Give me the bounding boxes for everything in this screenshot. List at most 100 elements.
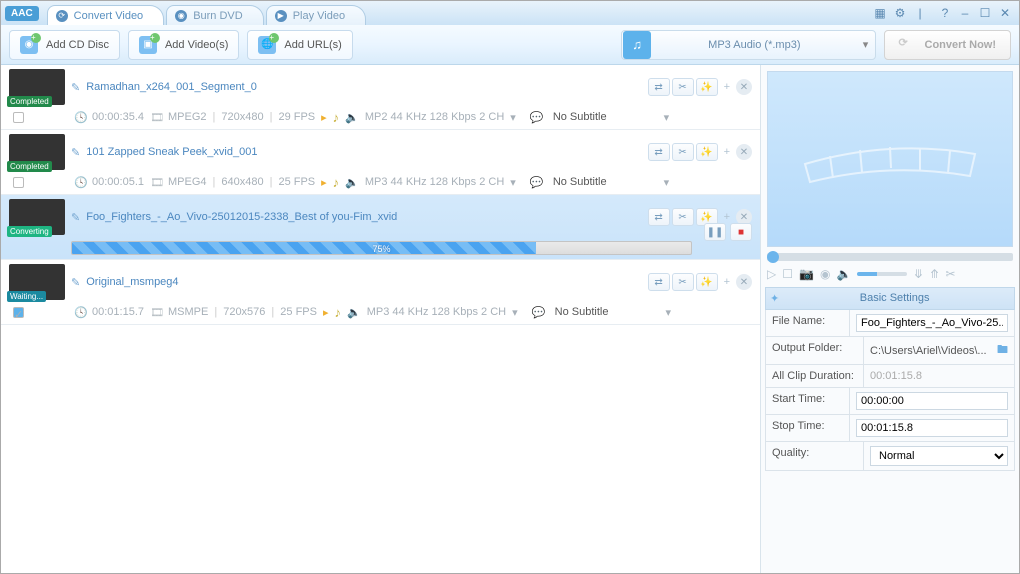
add-icon[interactable]: + [724, 81, 730, 93]
filmstrip-icon [800, 134, 980, 184]
music-icon: ♪ [333, 175, 340, 190]
resolution: 720x576 [223, 306, 265, 318]
edit-icon[interactable]: ✎ [71, 81, 80, 94]
disc-icon: ◉ [175, 10, 187, 22]
repeat-icon[interactable]: ⇄ [648, 208, 670, 226]
repeat-icon[interactable]: ⇄ [648, 273, 670, 291]
repeat-icon[interactable]: ⇄ [648, 78, 670, 96]
trim-start-icon[interactable]: ⤋ [913, 267, 923, 281]
edit-icon[interactable]: ✎ [71, 211, 80, 224]
file-list: Completed ✎ Ramadhan_x264_001_Segment_0 … [1, 65, 761, 573]
checkbox[interactable]: ✓ [13, 307, 24, 318]
eye-icon[interactable]: ◉ [820, 267, 830, 281]
status-badge: Completed [7, 96, 52, 107]
app-logo: AAC [5, 6, 39, 21]
film-icon: 🎞 [150, 306, 162, 318]
file-name[interactable]: Foo_Fighters_-_Ao_Vivo-25012015-2338_Bes… [86, 211, 397, 223]
tab-play-video[interactable]: ▶Play Video [266, 5, 366, 25]
add-video-button[interactable]: ▣Add Video(s) [128, 30, 239, 60]
grid-icon[interactable]: ▦ [871, 4, 889, 22]
play-icon[interactable]: ▷ [767, 267, 776, 281]
chevron-down-icon[interactable]: ▾ [664, 111, 670, 124]
magic-icon[interactable]: ✨ [696, 78, 718, 96]
list-row[interactable]: Waiting... ✎ Original_msmpeg4 ⇄ ✂ ✨ + ✕ … [1, 260, 760, 325]
minimize-icon[interactable]: – [956, 4, 974, 22]
list-row[interactable]: Completed ✎ 101 Zapped Sneak Peek_xvid_0… [1, 130, 760, 195]
side-panel: ▷ ☐ 📷 ◉ 🔈 ⤋ ⤊ ✂ ✦Basic Settings File Nam… [761, 65, 1019, 573]
repeat-icon[interactable]: ⇄ [648, 143, 670, 161]
volume-slider[interactable] [857, 272, 907, 276]
file-name[interactable]: Ramadhan_x264_001_Segment_0 [86, 81, 257, 93]
remove-icon[interactable]: ✕ [736, 144, 752, 160]
seek-bar[interactable] [767, 253, 1013, 261]
list-row[interactable]: Completed ✎ Ramadhan_x264_001_Segment_0 … [1, 65, 760, 130]
chevron-right-icon: ▸ [321, 111, 327, 124]
volume-icon[interactable]: 🔈 [836, 267, 851, 281]
duration: 00:01:15.7 [92, 306, 144, 318]
filename-input[interactable] [856, 314, 1008, 332]
gear-icon[interactable]: ⚙ [891, 4, 909, 22]
add-icon[interactable]: + [724, 276, 730, 288]
chevron-down-icon[interactable]: ▾ [664, 176, 670, 189]
folder-icon[interactable]: 🖿 [997, 341, 1008, 360]
resolution: 640x480 [221, 176, 263, 188]
chevron-down-icon[interactable]: ▾ [510, 111, 516, 124]
scissors-icon[interactable]: ✂ [672, 208, 694, 226]
camera-icon[interactable]: 📷 [799, 267, 814, 281]
magic-icon[interactable]: ✨ [696, 273, 718, 291]
progress-bar: 75% [71, 241, 692, 255]
music-icon: ♪ [333, 110, 340, 125]
trim-end-icon[interactable]: ⤊ [929, 267, 939, 281]
checkbox[interactable] [13, 112, 24, 123]
film-icon: 🎞 [150, 176, 162, 188]
edit-icon[interactable]: ✎ [71, 276, 80, 289]
add-cd-button[interactable]: ◉Add CD Disc [9, 30, 120, 60]
thumbnail: Converting [9, 199, 65, 235]
file-name[interactable]: 101 Zapped Sneak Peek_xvid_001 [86, 146, 257, 158]
btn-label: Add URL(s) [284, 39, 341, 51]
subtitle-dropdown[interactable]: No Subtitle [548, 174, 618, 190]
resolution: 720x480 [221, 111, 263, 123]
tab-burn-dvd[interactable]: ◉Burn DVD [166, 5, 264, 25]
thumbnail: Waiting... [9, 264, 65, 300]
stop-input[interactable] [856, 419, 1008, 437]
checkbox[interactable] [13, 177, 24, 188]
cut-icon[interactable]: ✂ [946, 267, 956, 281]
add-icon[interactable]: + [724, 146, 730, 158]
output-format-dropdown[interactable]: ♫MP3 Audio (*.mp3)▾ [621, 30, 875, 60]
stop-icon[interactable]: ■ [730, 223, 752, 241]
pause-icon[interactable]: ❚❚ [704, 223, 726, 241]
edit-icon[interactable]: ✎ [71, 146, 80, 159]
subtitle-icon: 💬 [532, 306, 544, 318]
chevron-right-icon: ▸ [323, 306, 329, 319]
speaker-icon: 🔈 [347, 306, 361, 319]
remove-icon[interactable]: ✕ [736, 274, 752, 290]
remove-icon[interactable]: ✕ [736, 79, 752, 95]
preview-panel [767, 71, 1013, 247]
start-input[interactable] [856, 392, 1008, 410]
scissors-icon[interactable]: ✂ [672, 78, 694, 96]
quality-select[interactable]: Normal [870, 446, 1008, 466]
chevron-down-icon[interactable]: ▾ [665, 306, 671, 319]
convert-now-button[interactable]: ⟳Convert Now! [884, 30, 1012, 60]
file-name[interactable]: Original_msmpeg4 [86, 276, 178, 288]
subtitle-dropdown[interactable]: No Subtitle [548, 109, 618, 125]
stop-icon[interactable]: ☐ [782, 267, 793, 281]
magic-icon[interactable]: ✨ [696, 143, 718, 161]
help-icon[interactable]: ? [936, 4, 954, 22]
chevron-down-icon[interactable]: ▾ [512, 306, 518, 319]
label-stop: Stop Time: [766, 415, 850, 441]
maximize-icon[interactable]: ☐ [976, 4, 994, 22]
close-icon[interactable]: ✕ [996, 4, 1014, 22]
add-icon[interactable]: + [724, 211, 730, 223]
subtitle-dropdown[interactable]: No Subtitle [550, 304, 620, 320]
subtitle-icon: 💬 [530, 111, 542, 123]
list-row[interactable]: Converting ✎ Foo_Fighters_-_Ao_Vivo-2501… [1, 195, 760, 260]
label-filename: File Name: [766, 310, 850, 336]
globe-icon: ✦ [770, 292, 779, 305]
scissors-icon[interactable]: ✂ [672, 143, 694, 161]
scissors-icon[interactable]: ✂ [672, 273, 694, 291]
add-url-button[interactable]: 🌐Add URL(s) [247, 30, 352, 60]
chevron-down-icon[interactable]: ▾ [510, 176, 516, 189]
tab-convert-video[interactable]: ⟳Convert Video [47, 5, 165, 25]
